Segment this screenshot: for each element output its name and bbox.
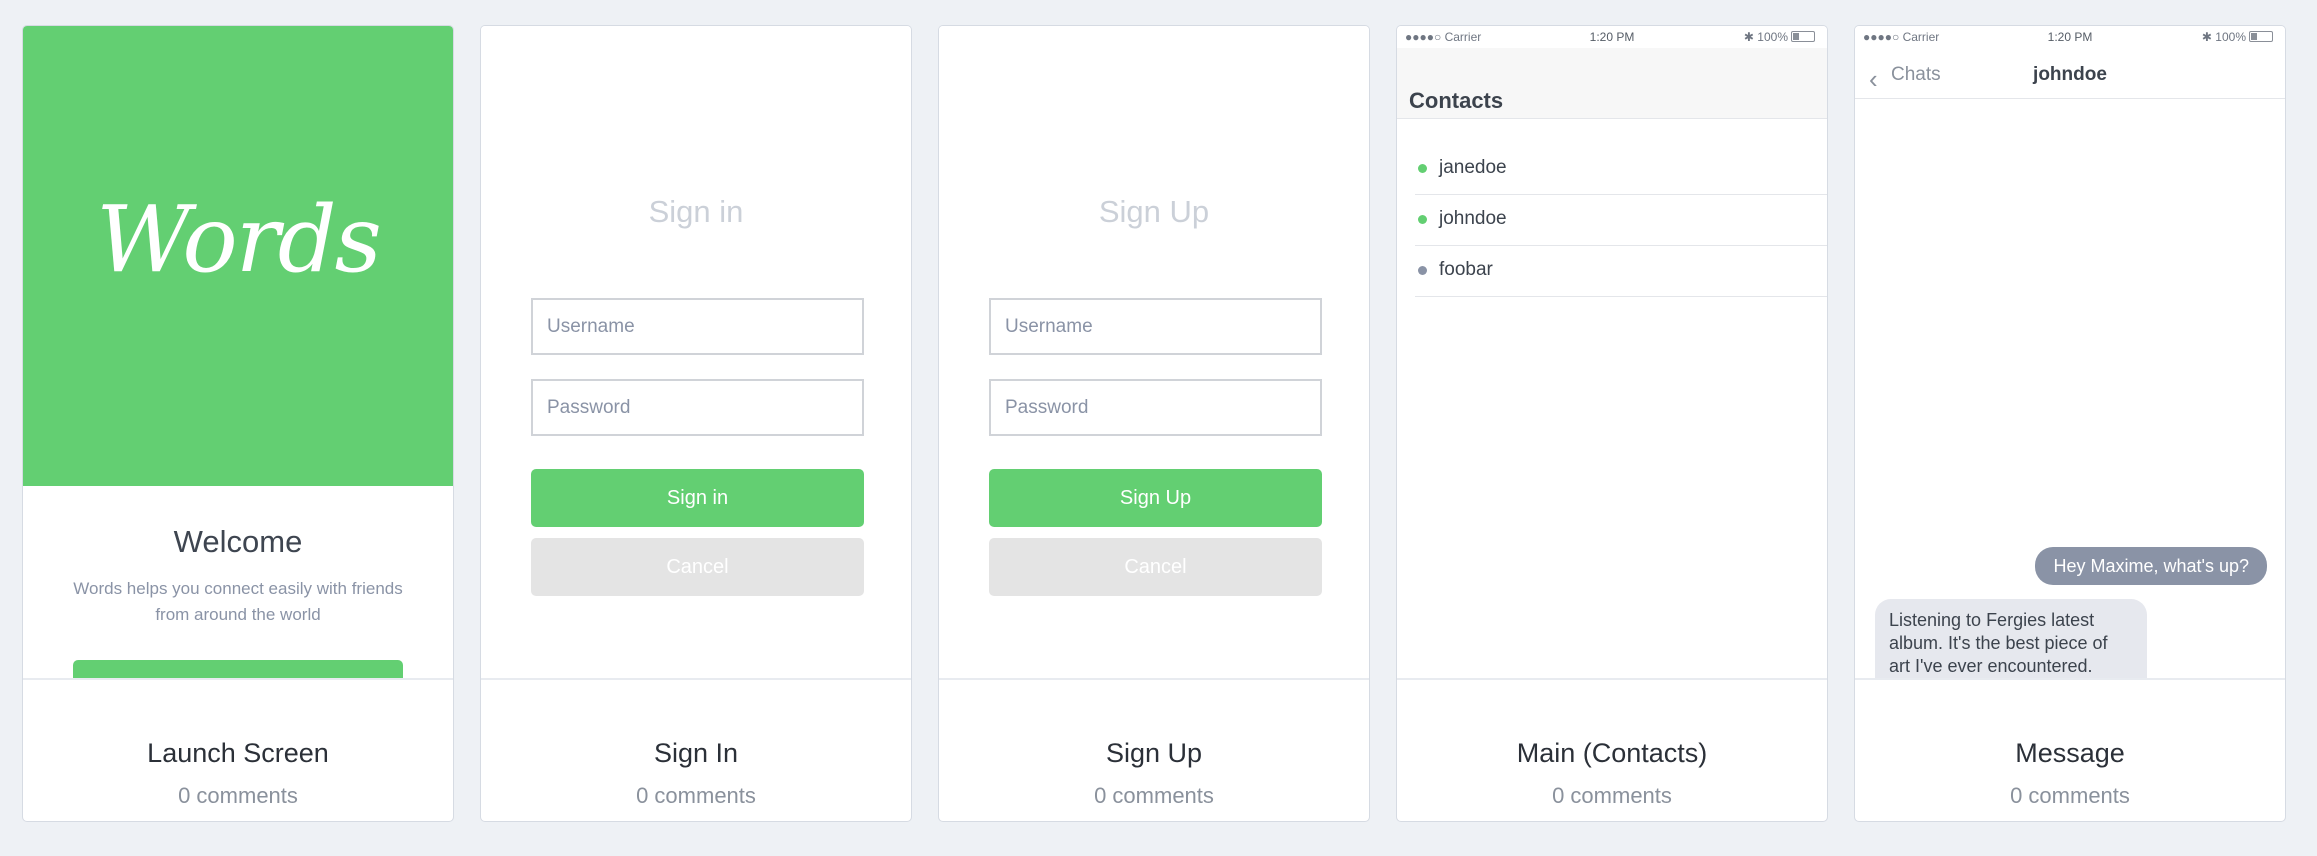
chat-title: johndoe (2033, 64, 2107, 85)
screen-preview: Words Welcome Words helps you connect ea… (23, 26, 453, 678)
status-bar: ●●●●○ Carrier 1:20 PM ✱ 100% (1397, 26, 1827, 48)
card-title[interactable]: Message (1855, 738, 2285, 769)
sign-in-button: Sign in (531, 469, 864, 527)
cancel-button: Cancel (989, 538, 1322, 596)
contacts-heading: Contacts (1409, 88, 1504, 113)
card-footer: Launch Screen 0 comments (23, 678, 453, 821)
comments-count[interactable]: 0 comments (1397, 783, 1827, 809)
get-started-button (73, 660, 403, 678)
welcome-description: Words helps you connect easily with frie… (73, 579, 403, 624)
welcome-heading: Welcome (173, 524, 303, 559)
card-footer: Sign In 0 comments (481, 678, 911, 821)
screen-preview: Sign in Username Password Sign in Cancel (481, 26, 911, 678)
card-main-contacts[interactable]: ●●●●○ Carrier 1:20 PM ✱ 100% Contacts ja… (1396, 25, 1828, 822)
app-logo: Words (96, 186, 382, 293)
outgoing-message-bubble: Hey Maxime, what's up? (2035, 547, 2267, 585)
card-launch-screen[interactable]: Words Welcome Words helps you connect ea… (22, 25, 454, 822)
battery-icon (1791, 31, 1815, 42)
card-footer: Message 0 comments (1855, 678, 2285, 821)
contact-name: johndoe (1439, 208, 1507, 229)
online-status-icon (1418, 215, 1427, 224)
sign-up-button: Sign Up (989, 469, 1322, 527)
card-footer: Main (Contacts) 0 comments (1397, 678, 1827, 821)
screen-preview: ●●●●○ Carrier 1:20 PM ✱ 100% ‹ Chats joh… (1855, 26, 2285, 678)
battery-percent: 100% (2215, 30, 2246, 44)
card-sign-up[interactable]: Sign Up Username Password Sign Up Cancel… (938, 25, 1370, 822)
sign-in-heading: Sign in (648, 194, 744, 229)
launch-hero: Words (23, 26, 453, 486)
card-title[interactable]: Main (Contacts) (1397, 738, 1827, 769)
card-footer: Sign Up 0 comments (939, 678, 1369, 821)
comments-count[interactable]: 0 comments (1855, 783, 2285, 809)
battery-icon (2249, 31, 2273, 42)
contact-row: johndoe (1415, 195, 1827, 246)
bluetooth-icon: ✱ (1743, 30, 1758, 44)
sign-up-heading: Sign Up (1098, 194, 1210, 229)
bluetooth-icon: ✱ (2201, 30, 2216, 44)
username-field: Username (531, 298, 864, 355)
incoming-message-bubble: Listening to Fergies latest album. It's … (1875, 599, 2147, 678)
password-field: Password (531, 379, 864, 436)
card-title[interactable]: Sign Up (939, 738, 1369, 769)
username-field: Username (989, 298, 1322, 355)
contact-name: janedoe (1439, 157, 1507, 178)
password-field: Password (989, 379, 1322, 436)
cancel-button: Cancel (531, 538, 864, 596)
card-message[interactable]: ●●●●○ Carrier 1:20 PM ✱ 100% ‹ Chats joh… (1854, 25, 2286, 822)
offline-status-icon (1418, 266, 1427, 275)
contact-row: foobar (1415, 246, 1827, 297)
screen-preview: Sign Up Username Password Sign Up Cancel (939, 26, 1369, 678)
comments-count[interactable]: 0 comments (481, 783, 911, 809)
battery-status: ✱ 100% (1744, 30, 1815, 44)
card-sign-in[interactable]: Sign in Username Password Sign in Cancel… (480, 25, 912, 822)
comments-count[interactable]: 0 comments (23, 783, 453, 809)
card-title[interactable]: Sign In (481, 738, 911, 769)
contact-name: foobar (1439, 259, 1493, 280)
online-status-icon (1418, 164, 1427, 173)
card-title[interactable]: Launch Screen (23, 738, 453, 769)
contact-row: janedoe (1415, 144, 1827, 195)
screen-preview: ●●●●○ Carrier 1:20 PM ✱ 100% Contacts ja… (1397, 26, 1827, 678)
comments-count[interactable]: 0 comments (939, 783, 1369, 809)
status-bar: ●●●●○ Carrier 1:20 PM ✱ 100% (1855, 26, 2285, 48)
battery-status: ✱ 100% (2202, 30, 2273, 44)
battery-percent: 100% (1757, 30, 1788, 44)
